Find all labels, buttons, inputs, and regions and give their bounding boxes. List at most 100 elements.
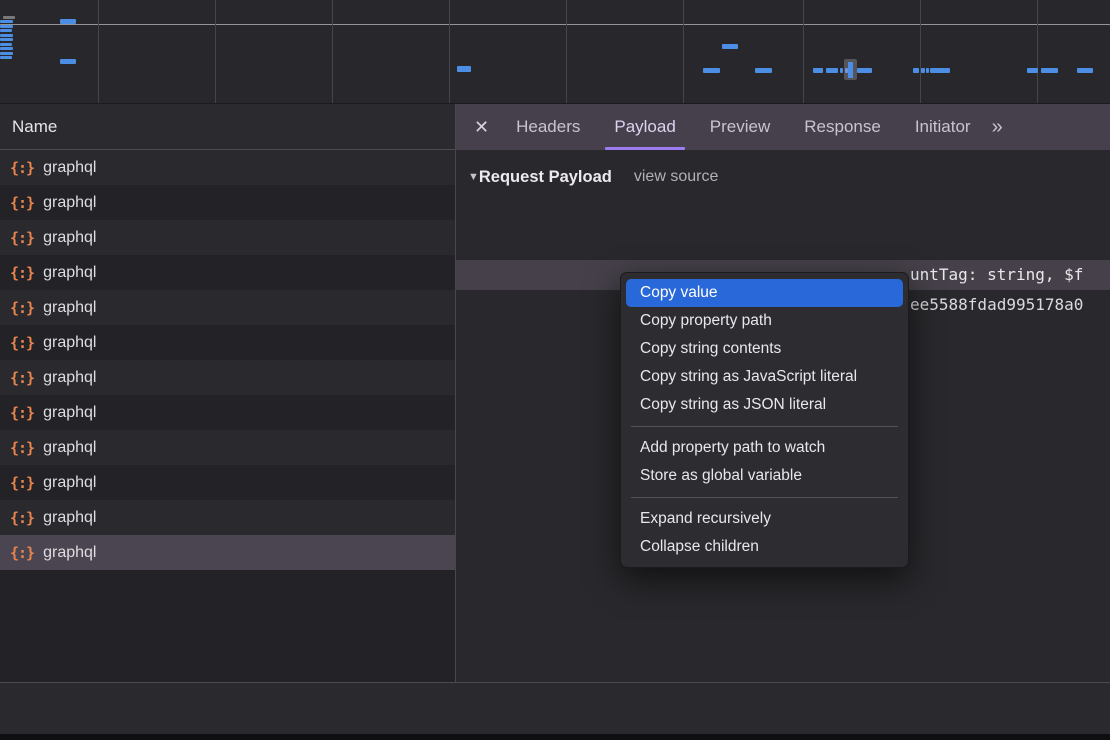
request-name: graphql	[43, 299, 96, 317]
waterfall-bar	[1027, 68, 1038, 73]
column-header-name[interactable]: Name	[0, 104, 455, 150]
operation-name-row[interactable]: operationName:"ipFlowTimeseries"	[456, 230, 1110, 260]
context-menu-item[interactable]: Expand recursively	[626, 505, 903, 533]
expander-down-icon[interactable]: ▼	[468, 171, 479, 183]
waterfall-bar	[0, 20, 13, 23]
overview-gridline	[332, 0, 333, 103]
request-name: graphql	[43, 474, 96, 492]
request-name: graphql	[43, 264, 96, 282]
context-menu-item[interactable]: Copy string contents	[626, 335, 903, 363]
menu-separator	[631, 497, 898, 498]
network-request-row[interactable]: {:}graphql	[0, 150, 455, 185]
request-name: graphql	[43, 544, 96, 562]
json-braces-icon: {:}	[10, 369, 34, 387]
network-request-row[interactable]: {:} graphql	[0, 290, 455, 325]
request-list: {:} graphql {:} graphql {:} graphql {:} graphql…	[0, 150, 455, 570]
summary-bar	[0, 683, 1110, 734]
request-name: graphql	[43, 229, 96, 247]
waterfall-bar	[926, 68, 929, 73]
request-name: graphql	[43, 509, 96, 527]
request-name: graphql	[43, 404, 96, 422]
json-braces-icon: {:}	[10, 334, 34, 352]
context-menu-item[interactable]: Add property path to watch	[626, 434, 903, 462]
network-request-row[interactable]: {:}graphql	[0, 465, 455, 500]
network-request-row[interactable]: {:} graphql	[0, 220, 455, 255]
overview-horizontal-rule	[0, 24, 1110, 25]
overview-gridline	[215, 0, 216, 103]
overview-gridline	[566, 0, 567, 103]
json-braces-icon: {:}	[10, 439, 34, 457]
context-menu-item[interactable]: Copy string as JSON literal	[626, 391, 903, 419]
more-tabs-icon[interactable]: »	[992, 116, 1003, 139]
network-request-row[interactable]: {:}graphql	[0, 395, 455, 430]
context-menu-item[interactable]: Collapse children	[626, 533, 903, 561]
window-bottom-edge	[0, 734, 1110, 740]
request-name: graphql	[43, 159, 96, 177]
waterfall-bar	[930, 68, 950, 73]
tab-headers[interactable]: Headers	[499, 104, 597, 150]
waterfall-bar	[60, 59, 76, 64]
tab-response[interactable]: Response	[787, 104, 898, 150]
waterfall-bar	[0, 47, 13, 50]
tab-initiator[interactable]: Initiator	[898, 104, 988, 150]
menu-separator	[631, 426, 898, 427]
network-request-row[interactable]: {:} graphql	[0, 325, 455, 360]
tab-preview[interactable]: Preview	[693, 104, 787, 150]
request-name: graphql	[43, 194, 96, 212]
network-overview-timeline[interactable]	[0, 0, 1110, 104]
waterfall-bar	[826, 68, 838, 73]
details-tab-bar: ✕ HeadersPayloadPreviewResponseInitiator…	[456, 104, 1110, 150]
close-icon[interactable]: ✕	[474, 117, 489, 138]
waterfall-bar	[813, 68, 823, 73]
json-braces-icon: {:}	[10, 299, 34, 317]
context-menu-item[interactable]: Copy property path	[626, 307, 903, 335]
waterfall-bar	[703, 68, 720, 73]
request-payload-title: Request Payload	[479, 168, 612, 187]
json-braces-icon: {:}	[10, 229, 34, 247]
hover-marker	[844, 59, 857, 80]
request-payload-section-header[interactable]: ▼Request Payload view source	[456, 162, 718, 192]
network-request-row[interactable]: {:} graphql	[0, 360, 455, 395]
context-menu-item[interactable]: Store as global variable	[626, 462, 903, 490]
tab-payload[interactable]: Payload	[597, 104, 692, 150]
waterfall-bar	[0, 43, 12, 46]
waterfall-bar	[0, 25, 13, 28]
network-request-row[interactable]: {:}graphql	[0, 430, 455, 465]
waterfall-bar	[0, 29, 12, 32]
waterfall-bar	[0, 56, 12, 59]
json-braces-icon: {:}	[10, 544, 34, 562]
request-name: graphql	[43, 334, 96, 352]
overview-gridline	[449, 0, 450, 103]
request-name: graphql	[43, 369, 96, 387]
waterfall-bar	[921, 68, 925, 73]
property-value-right: untTag: string, $f	[910, 260, 1083, 290]
devtools-network-panel: Name {:}graphql{:}graphql{:}graphql{:}gr…	[0, 0, 1110, 740]
overview-gridline	[920, 0, 921, 103]
property-value-right: ee5588fdad995178a0	[910, 290, 1083, 320]
waterfall-bar	[722, 44, 738, 49]
network-request-row[interactable]: {:} graphql	[0, 185, 455, 220]
network-request-row[interactable]: {:}graphql	[0, 255, 455, 290]
network-request-row[interactable]: {:} graphql	[0, 535, 455, 570]
json-braces-icon: {:}	[10, 194, 34, 212]
waterfall-bar	[1077, 68, 1093, 73]
json-braces-icon: {:}	[10, 509, 34, 527]
waterfall-bar	[913, 68, 919, 73]
payload-root-row[interactable]: ▼{operationName: "ipFlowTimeseries", var…	[456, 200, 1110, 230]
context-menu: Copy valueCopy property pathCopy string …	[620, 272, 909, 568]
waterfall-bar	[840, 68, 843, 73]
network-request-row[interactable]: {:} graphql	[0, 500, 455, 535]
request-list-pane: Name {:}graphql{:}graphql{:}graphql{:}gr…	[0, 104, 455, 682]
waterfall-bar	[857, 68, 872, 73]
column-header-label: Name	[12, 117, 57, 137]
waterfall-bar	[0, 38, 13, 41]
waterfall-bar	[0, 52, 13, 55]
overview-gridline	[803, 0, 804, 103]
waterfall-bar	[0, 34, 13, 37]
waterfall-bar	[457, 66, 471, 72]
view-source-link[interactable]: view source	[634, 168, 718, 186]
context-menu-item[interactable]: Copy value	[626, 279, 903, 307]
context-menu-item[interactable]: Copy string as JavaScript literal	[626, 363, 903, 391]
waterfall-bar	[60, 19, 76, 24]
waterfall-bar	[3, 16, 15, 19]
